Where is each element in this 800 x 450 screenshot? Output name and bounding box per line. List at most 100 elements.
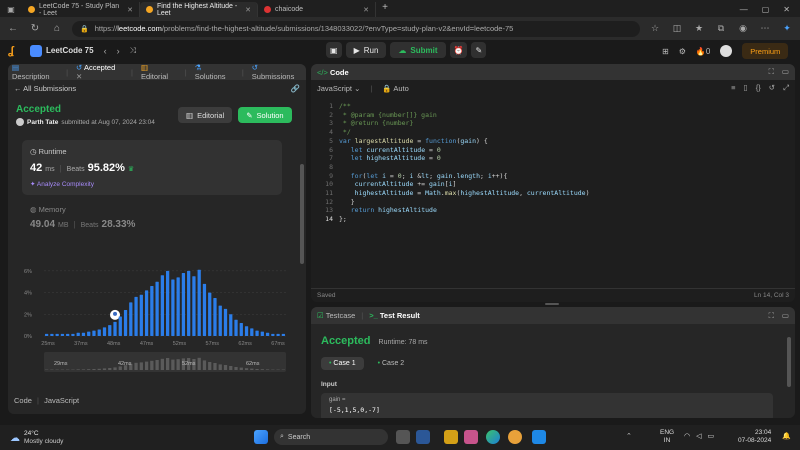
study-plan-title[interactable]: LeetCode 75 [46, 46, 94, 55]
chart-bar [60, 333, 65, 336]
memory-card[interactable]: ◍ Memory 49.04 MB | Beats 28.33% [22, 201, 282, 237]
all-submissions-link[interactable]: ← All Submissions [14, 84, 76, 93]
leetcode-logo-icon[interactable]: ʆ [8, 45, 18, 57]
scrollbar-thumb[interactable] [300, 164, 304, 264]
file-explorer-icon[interactable] [444, 430, 458, 444]
app-icon[interactable] [464, 430, 478, 444]
scrollbar-thumb[interactable] [787, 337, 791, 387]
collapse-icon[interactable]: ▭ [782, 311, 789, 321]
new-tab-button[interactable]: + [376, 2, 394, 17]
premium-button[interactable]: Premium [742, 43, 789, 59]
language-indicator[interactable]: ENG IN [660, 429, 674, 445]
x-tick-label: 67ms [271, 341, 285, 347]
tab-description[interactable]: ▤ Description [12, 64, 58, 81]
shuffle-icon[interactable]: ⤨ [130, 46, 136, 56]
settings-gear-icon[interactable]: ⚙ [679, 47, 686, 56]
system-tray[interactable]: ◠ ◁ ▭ [684, 432, 714, 440]
tab-submissions[interactable]: ↺ Submissions [252, 64, 302, 81]
run-button[interactable]: ▶ Run [345, 42, 387, 58]
tab-find-highest-altitude[interactable]: Find the Highest Altitude - Leet ✕ [140, 2, 258, 17]
close-icon[interactable]: ✕ [76, 72, 82, 81]
vscode-icon[interactable] [532, 430, 546, 444]
reset-icon[interactable]: ↺ [769, 83, 775, 93]
refresh-icon[interactable]: ↻ [28, 23, 42, 34]
debug-button[interactable]: ▣ [326, 42, 342, 58]
submit-button[interactable]: ☁ Submit [390, 42, 446, 58]
language-select[interactable]: JavaScript ⌄ [317, 84, 360, 93]
memory-unit: MB [58, 222, 69, 229]
close-icon[interactable]: ✕ [245, 6, 251, 14]
windows-start-icon[interactable] [254, 430, 268, 444]
clock[interactable]: 23:04 07-08-2024 [738, 429, 771, 445]
tab-testcase[interactable]: ☑ Testcase [317, 311, 355, 320]
auto-mode-toggle[interactable]: 🔒 Auto [382, 84, 408, 93]
taskbar-search[interactable]: ⌕ Search [274, 429, 388, 445]
weather-widget[interactable]: ☁ 24°C Mostly cloudy [10, 430, 63, 446]
collapse-icon[interactable]: ▭ [782, 67, 789, 77]
star-icon[interactable]: ☆ [648, 23, 662, 34]
line-number: 13 [325, 206, 333, 215]
case-1-tab[interactable]: • Case 1 [321, 357, 364, 370]
more-icon[interactable]: ⋯ [758, 23, 772, 34]
code-editor[interactable]: 1 /** 2 * @param {number[]} gain 3 * @retur… [311, 100, 795, 280]
edge-icon[interactable] [486, 430, 500, 444]
tab-editorial[interactable]: ▥ Editorial [141, 64, 177, 81]
tab-chaicode[interactable]: chaicode ✕ [258, 2, 376, 17]
word-icon[interactable] [416, 430, 430, 444]
editorial-button[interactable]: ▥ Editorial [178, 107, 233, 123]
chevron-right-icon[interactable]: › [117, 46, 120, 56]
braces-icon[interactable]: {} [756, 83, 761, 93]
runtime-distribution-chart[interactable]: 6% 4% 2% 0% 25ms 37ms 48ms 47ms 52ms 57ms 62ms 67ms… [22, 254, 294, 386]
notification-icon[interactable]: 🔔 [782, 432, 791, 440]
minimize-icon[interactable]: — [740, 5, 748, 14]
link-icon[interactable]: 🔗 [291, 84, 300, 93]
streak[interactable]: 🔥0 [696, 47, 710, 56]
chevron-left-icon[interactable]: ‹ [104, 46, 107, 56]
test-result-label: Test Result [379, 311, 420, 320]
url-field[interactable]: 🔒 https://leetcode.com/problems/find-the… [72, 20, 640, 37]
chart-bar [208, 292, 212, 336]
tab-actions-icon[interactable]: ▣ [0, 2, 22, 17]
overview-bar [197, 357, 201, 370]
favorites-icon[interactable]: ★ [692, 23, 706, 34]
collections-icon[interactable]: ⧉ [714, 23, 728, 34]
split-screen-icon[interactable]: ◫ [670, 23, 684, 34]
task-view-icon[interactable] [396, 430, 410, 444]
author-name[interactable]: Parth Tate [27, 119, 58, 126]
maximize-icon[interactable]: ⛶ [769, 67, 774, 77]
timer-button[interactable]: ⏰ [449, 42, 468, 58]
case-2-tab[interactable]: • Case 2 [370, 357, 413, 370]
notes-button[interactable]: ✎ [471, 42, 487, 58]
chrome-icon[interactable] [508, 430, 522, 444]
home-icon[interactable]: ⌂ [50, 23, 64, 34]
resize-handle[interactable] [545, 303, 559, 305]
line-number: 4 [329, 128, 333, 137]
tab-solutions[interactable]: ⚗ Solutions [195, 64, 234, 81]
profile-icon[interactable]: ◉ [736, 23, 750, 34]
analyze-complexity-link[interactable]: ✦ Analyze Complexity [30, 180, 94, 188]
close-icon[interactable]: ✕ [127, 6, 133, 14]
back-icon[interactable]: ← [6, 23, 20, 34]
copilot-icon[interactable]: ✦ [780, 23, 794, 34]
format-icon[interactable]: ≡ [731, 83, 735, 93]
url-text: https://leetcode.com/problems/find-the-h… [95, 24, 514, 33]
bookmark-icon[interactable]: ▯ [744, 83, 748, 93]
tab-test-result[interactable]: >_ Test Result [369, 311, 420, 320]
maximize-icon[interactable]: ⛶ [769, 311, 774, 321]
chevron-up-icon[interactable]: ⌃ [626, 432, 632, 440]
avatar[interactable] [720, 45, 733, 57]
layout-icon[interactable]: ⊞ [662, 47, 669, 56]
overview-bar [150, 360, 154, 370]
weather-text: Mostly cloudy [24, 438, 64, 445]
tab-leetcode-75[interactable]: LeetCode 75 - Study Plan - Leet ✕ [22, 2, 140, 17]
overview-bar [208, 362, 212, 370]
tab-label: Find the Highest Altitude - Leet [157, 2, 238, 17]
fullscreen-icon[interactable]: ⤢ [783, 83, 789, 93]
runtime-card[interactable]: ◷ Runtime 42 ms | Beats 95.82% ♛ ✦ Analy… [22, 140, 282, 195]
tab-label: Description [12, 72, 50, 81]
maximize-icon[interactable]: ▢ [762, 5, 770, 14]
close-icon[interactable]: ✕ [363, 6, 369, 14]
close-window-icon[interactable]: ✕ [783, 5, 790, 14]
solution-button[interactable]: ✎ Solution [238, 107, 292, 123]
tab-accepted[interactable]: ↺ Accepted ✕ [76, 64, 123, 81]
